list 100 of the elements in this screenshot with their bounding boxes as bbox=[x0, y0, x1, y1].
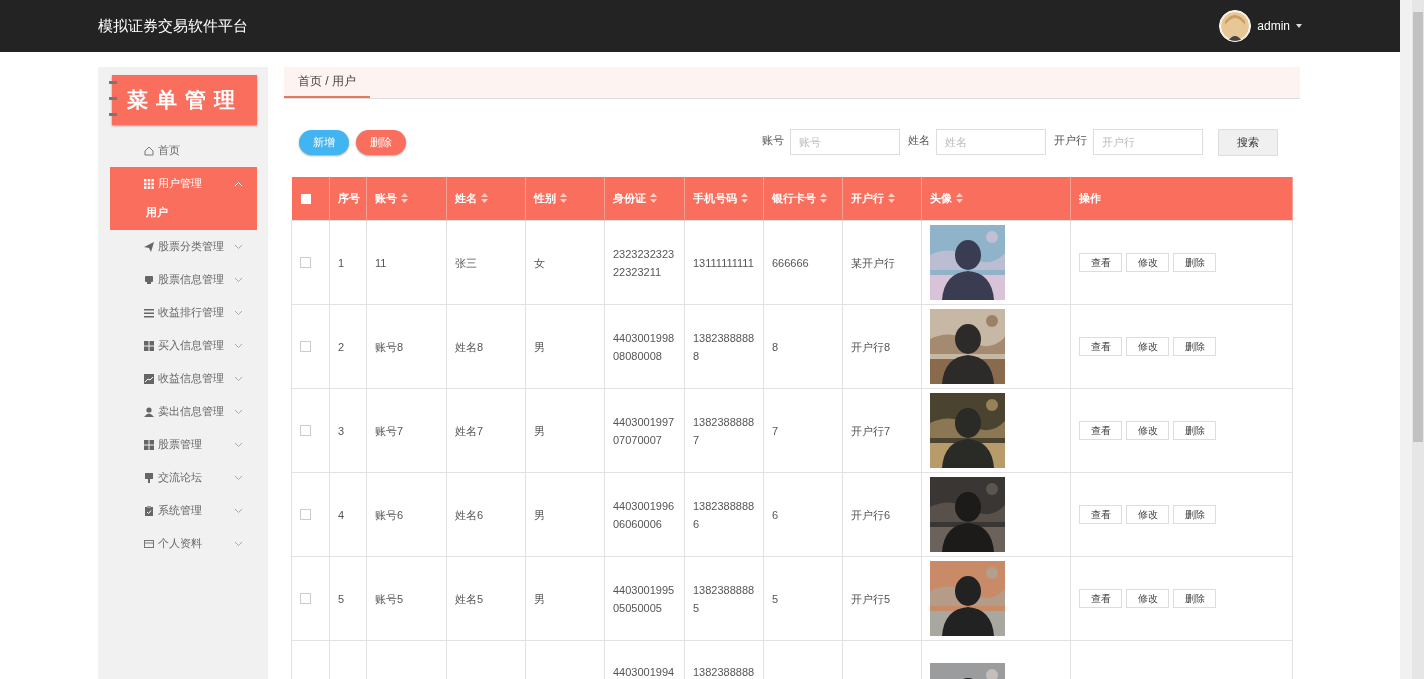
table-cell: 13823888886 bbox=[684, 472, 764, 557]
field-label: 姓名 bbox=[908, 133, 930, 148]
scrollbar-thumb[interactable] bbox=[1413, 12, 1423, 442]
table-cell: 开户行5 bbox=[842, 556, 922, 641]
field-label: 账号 bbox=[762, 133, 784, 148]
view-button[interactable]: 查看 bbox=[1079, 253, 1122, 272]
table-cell: 5 bbox=[763, 556, 843, 641]
table-cell: 某开户行 bbox=[842, 220, 922, 305]
chevron-down-icon bbox=[234, 441, 243, 448]
delete-button[interactable]: 删除 bbox=[1173, 337, 1216, 356]
sort-icon bbox=[820, 193, 827, 203]
delete-button[interactable]: 删除 bbox=[1173, 421, 1216, 440]
caret-icon bbox=[1296, 24, 1302, 28]
sort-icon bbox=[888, 193, 895, 203]
search-field[interactable]: 开户行 bbox=[1093, 129, 1203, 155]
table-cell: 13111111111 bbox=[684, 220, 764, 305]
table-cell: 姓名6 bbox=[446, 472, 526, 557]
table-cell: 姓名5 bbox=[446, 556, 526, 641]
sort-icon bbox=[956, 193, 963, 203]
chevron-down-icon bbox=[234, 540, 243, 547]
chevron-down-icon bbox=[234, 507, 243, 514]
menu-item[interactable]: 交流论坛 bbox=[110, 461, 257, 494]
menu-item[interactable]: 卖出信息管理 bbox=[110, 395, 257, 428]
sort-icon bbox=[560, 193, 567, 203]
view-button[interactable]: 查看 bbox=[1079, 589, 1122, 608]
row-checkbox[interactable] bbox=[300, 425, 311, 436]
menu-item[interactable]: 股票分类管理 bbox=[110, 230, 257, 263]
grid-icon bbox=[144, 178, 154, 189]
menu-item[interactable]: 收益信息管理 bbox=[110, 362, 257, 395]
table-cell: 姓名8 bbox=[446, 304, 526, 389]
search-field[interactable]: 姓名 bbox=[936, 129, 1046, 155]
paper-plane-icon bbox=[144, 241, 154, 252]
chevron-down-icon bbox=[234, 474, 243, 481]
monitor-icon bbox=[144, 274, 154, 285]
menu-item[interactable]: 系统管理 bbox=[110, 494, 257, 527]
table-cell: 2 bbox=[329, 304, 367, 389]
list-icon bbox=[144, 307, 154, 318]
delete-button[interactable]: 删除 bbox=[1173, 505, 1216, 524]
person-icon bbox=[144, 406, 154, 417]
sort-icon bbox=[650, 193, 657, 203]
edit-button[interactable]: 修改 bbox=[1126, 337, 1169, 356]
chevron-up-icon bbox=[234, 180, 243, 187]
signpost-icon bbox=[144, 472, 154, 483]
menu-item[interactable]: 个人资料 bbox=[110, 527, 257, 560]
sort-icon bbox=[741, 193, 748, 203]
tiles-icon bbox=[144, 439, 154, 450]
chevron-down-icon bbox=[234, 375, 243, 382]
search-button[interactable]: 搜索 bbox=[1218, 128, 1278, 156]
table-cell: 4 bbox=[329, 472, 367, 557]
table-cell: 开户行7 bbox=[842, 388, 922, 473]
field-label: 开户行 bbox=[1054, 133, 1087, 148]
edit-button[interactable]: 修改 bbox=[1126, 421, 1169, 440]
table-cell: 440300199505050005 bbox=[604, 556, 685, 641]
breadcrumb[interactable]: 首页 / 用户 bbox=[284, 67, 370, 98]
table-cell: 13823888888 bbox=[684, 304, 764, 389]
select-all-checkbox[interactable] bbox=[300, 193, 311, 204]
menu-item[interactable]: 股票信息管理 bbox=[110, 263, 257, 296]
menu-item[interactable]: 股票管理 bbox=[110, 428, 257, 461]
sort-icon bbox=[401, 193, 408, 203]
table-cell: 11 bbox=[366, 220, 447, 305]
table-cell: 姓名7 bbox=[446, 388, 526, 473]
row-checkbox[interactable] bbox=[300, 509, 311, 520]
chevron-down-icon bbox=[234, 309, 243, 316]
table-cell: 5 bbox=[329, 556, 367, 641]
table-cell: 440300199808080008 bbox=[604, 304, 685, 389]
user-name[interactable]: admin bbox=[1257, 19, 1290, 33]
clipboard-icon bbox=[144, 505, 154, 516]
row-checkbox[interactable] bbox=[300, 593, 311, 604]
table-cell: 账号8 bbox=[366, 304, 447, 389]
table-cell: 13823888885 bbox=[684, 556, 764, 641]
table-cell: 男 bbox=[525, 304, 605, 389]
table-cell: 7 bbox=[763, 388, 843, 473]
table-cell: 232323232322323211 bbox=[604, 220, 685, 305]
table-cell: 男 bbox=[525, 388, 605, 473]
column-header: 操作 bbox=[1079, 192, 1101, 204]
chevron-down-icon bbox=[234, 342, 243, 349]
view-button[interactable]: 查看 bbox=[1079, 337, 1122, 356]
edit-button[interactable]: 修改 bbox=[1126, 505, 1169, 524]
table-cell: 13823888887 bbox=[684, 388, 764, 473]
view-button[interactable]: 查看 bbox=[1079, 505, 1122, 524]
table-cell: 1 bbox=[329, 220, 367, 305]
edit-button[interactable]: 修改 bbox=[1126, 253, 1169, 272]
tiles-icon bbox=[144, 340, 154, 351]
row-checkbox[interactable] bbox=[300, 257, 311, 268]
menu-item[interactable]: 收益排行管理 bbox=[110, 296, 257, 329]
row-checkbox[interactable] bbox=[300, 341, 311, 352]
table-cell: 开户行8 bbox=[842, 304, 922, 389]
table-cell: 666666 bbox=[763, 220, 843, 305]
table-cell: 开户行6 bbox=[842, 472, 922, 557]
menu-item[interactable]: 首页 bbox=[110, 134, 257, 167]
menu-item[interactable]: 买入信息管理 bbox=[110, 329, 257, 362]
view-button[interactable]: 查看 bbox=[1079, 421, 1122, 440]
banner-title: 菜单管理 bbox=[126, 87, 243, 114]
table-cell: 账号7 bbox=[366, 388, 447, 473]
delete-button[interactable]: 删除 bbox=[1173, 589, 1216, 608]
delete-button[interactable]: 删除 bbox=[1173, 253, 1216, 272]
table-cell: 女 bbox=[525, 220, 605, 305]
column-header: 序号 bbox=[338, 192, 360, 204]
table-cell: 张三 bbox=[446, 220, 526, 305]
edit-button[interactable]: 修改 bbox=[1126, 589, 1169, 608]
